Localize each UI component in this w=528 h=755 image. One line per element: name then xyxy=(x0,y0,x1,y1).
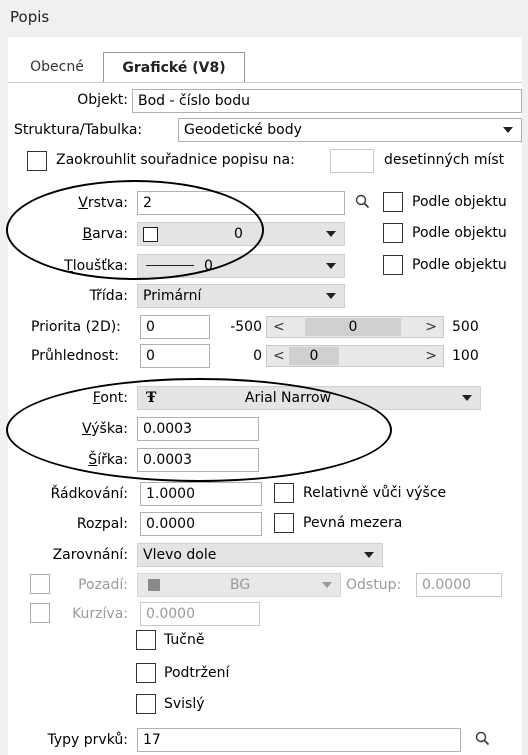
trida-select[interactable]: Primární xyxy=(137,284,345,308)
tab-general[interactable]: Obecné xyxy=(14,52,100,82)
chevron-left-icon[interactable]: < xyxy=(273,346,285,366)
pruhlednost-label: Průhlednost: xyxy=(31,348,120,364)
annotation-oval-bottom xyxy=(6,378,392,482)
zarovnani-value: Vlevo dole xyxy=(143,547,217,563)
search-icon[interactable] xyxy=(474,730,492,748)
pruhlednost-slider-thumb[interactable]: 0 xyxy=(289,347,339,365)
kurziva-checkbox[interactable] xyxy=(30,603,50,623)
chevron-down-icon xyxy=(326,293,336,299)
pruhlednost-max: 100 xyxy=(452,348,479,364)
tab-divider xyxy=(8,82,522,83)
chevron-down-icon xyxy=(326,263,336,269)
kurziva-field[interactable]: 0.0000 xyxy=(140,602,260,626)
svisly-checkbox[interactable] xyxy=(136,694,156,714)
typy-prvku-label: Typy prvků: xyxy=(47,732,128,748)
zaokrouhlit-label: Zaokrouhlit souřadnice popisu na: xyxy=(56,152,295,168)
pozadi-label: Pozadí: xyxy=(78,577,128,593)
priorita-slider-thumb[interactable]: 0 xyxy=(305,318,401,336)
podtrzeni-label: Podtržení xyxy=(164,665,230,681)
priorita-max: 500 xyxy=(452,319,479,335)
objekt-label: Objekt: xyxy=(77,92,128,108)
struktura-value: Geodetické body xyxy=(184,122,302,138)
radkovani-label: Řádkování: xyxy=(50,486,128,502)
zarovnani-label: Zarovnání: xyxy=(52,547,128,563)
rozpal-field[interactable]: 0.0000 xyxy=(140,512,262,536)
chevron-right-icon[interactable]: > xyxy=(425,346,437,366)
chevron-down-icon xyxy=(462,395,472,401)
barva-podle-checkbox[interactable] xyxy=(383,223,403,243)
struktura-label: Struktura/Tabulka: xyxy=(14,122,143,138)
trida-value: Primární xyxy=(143,288,202,304)
relativne-checkbox[interactable] xyxy=(274,483,294,503)
odstup-field[interactable]: 0.0000 xyxy=(416,573,502,597)
annotation-oval-top xyxy=(6,180,264,280)
pruhlednost-field[interactable]: 0 xyxy=(140,344,210,368)
priorita-label: Priorita (2D): xyxy=(31,319,121,335)
tloustka-podle-checkbox[interactable] xyxy=(383,255,403,275)
rozpal-label: Rozpal: xyxy=(76,516,128,532)
chevron-down-icon xyxy=(364,552,374,558)
pozadi-select[interactable]: BG xyxy=(137,573,341,597)
priorita-slider[interactable]: < 0 > xyxy=(266,316,444,338)
tloustka-podle-label: Podle objektu xyxy=(412,257,507,273)
pozadi-checkbox[interactable] xyxy=(30,574,50,594)
chevron-down-icon xyxy=(322,582,332,588)
search-icon[interactable] xyxy=(354,193,372,211)
window-title: Popis xyxy=(10,8,50,26)
color-swatch xyxy=(148,579,160,591)
zaokrouhlit-field[interactable] xyxy=(330,149,374,173)
typy-prvku-field[interactable]: 17 xyxy=(137,728,461,752)
priorita-field[interactable]: 0 xyxy=(140,315,210,339)
barva-podle-label: Podle objektu xyxy=(412,225,507,241)
radkovani-field[interactable]: 1.0000 xyxy=(140,482,262,506)
tucne-label: Tučně xyxy=(164,632,205,648)
pruhlednost-min: 0 xyxy=(253,348,262,364)
kurziva-label: Kurzíva: xyxy=(72,606,128,622)
chevron-right-icon[interactable]: > xyxy=(425,317,437,337)
zaokrouhlit-checkbox[interactable] xyxy=(27,151,47,171)
struktura-select[interactable]: Geodetické body xyxy=(178,118,522,142)
trida-label: Třída: xyxy=(89,288,128,304)
pozadi-value: BG xyxy=(230,577,251,593)
svisly-label: Svislý xyxy=(164,696,205,712)
chevron-left-icon[interactable]: < xyxy=(273,317,285,337)
pevna-mezera-label: Pevná mezera xyxy=(303,515,403,531)
zaokrouhlit-suffix: desetinných míst xyxy=(384,152,505,168)
odstup-label: Odstup: xyxy=(346,577,402,593)
tab-graphic[interactable]: Grafické (V8) xyxy=(103,52,245,83)
podtrzeni-checkbox[interactable] xyxy=(136,663,156,683)
vrstva-podle-checkbox[interactable] xyxy=(383,192,403,212)
pruhlednost-slider[interactable]: < 0 > xyxy=(266,345,444,367)
zarovnani-select[interactable]: Vlevo dole xyxy=(137,543,383,567)
pevna-mezera-checkbox[interactable] xyxy=(274,513,294,533)
chevron-down-icon xyxy=(503,127,513,133)
priorita-min: -500 xyxy=(230,319,262,335)
objekt-field[interactable]: Bod - číslo bodu xyxy=(132,89,522,113)
vrstva-podle-label: Podle objektu xyxy=(412,194,507,210)
relativne-label: Relativně vůči výšce xyxy=(303,485,447,501)
tucne-checkbox[interactable] xyxy=(136,630,156,650)
chevron-down-icon xyxy=(326,231,336,237)
